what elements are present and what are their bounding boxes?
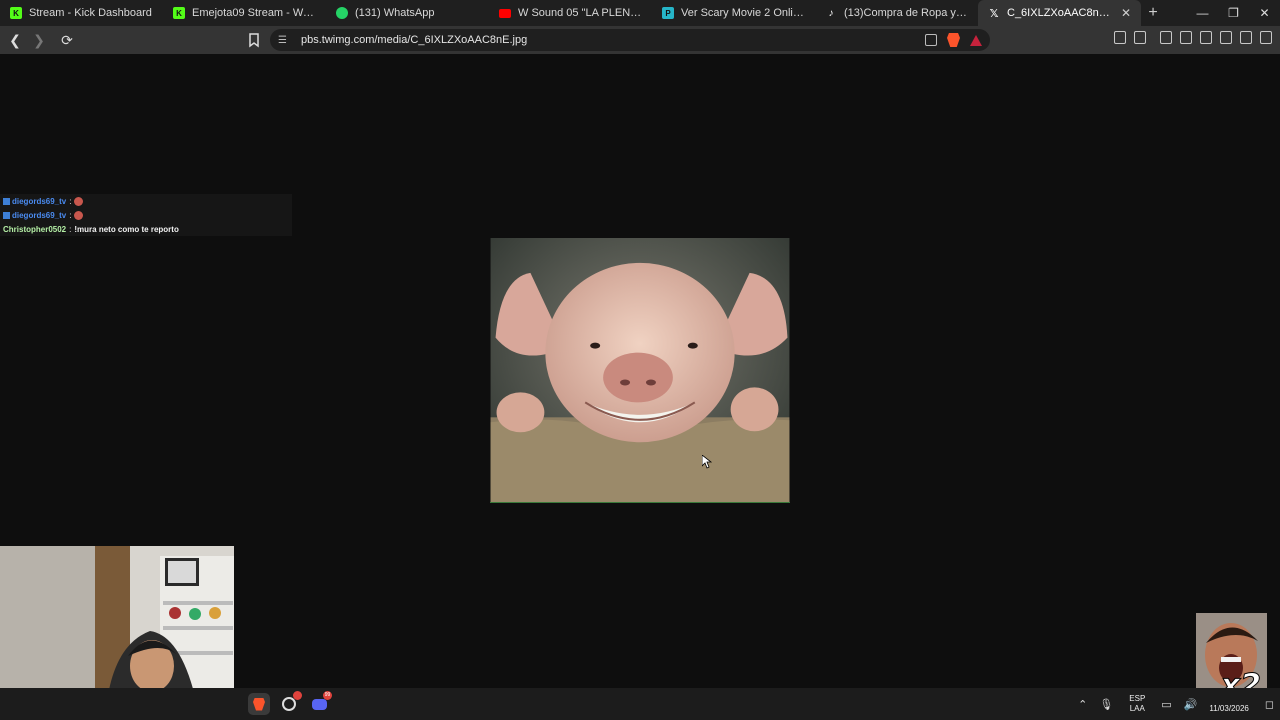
- brave-shields-icon[interactable]: [947, 33, 960, 47]
- kick-icon: K: [173, 7, 185, 19]
- tab-strip: K Stream - Kick Dashboard K Emejota09 St…: [0, 0, 1280, 26]
- tab-kick-stream[interactable]: K Emejota09 Stream - Watch Live on Kick: [163, 0, 326, 26]
- site-settings-icon[interactable]: ☰: [278, 35, 292, 46]
- tiktok-icon: ♪: [828, 7, 834, 19]
- bookmark-icon[interactable]: [246, 31, 262, 49]
- window-controls: — ❐ ✕: [1187, 6, 1280, 20]
- tab-label: Emejota09 Stream - Watch Live on Kick: [192, 7, 316, 19]
- volume-icon[interactable]: 🔊: [1184, 698, 1198, 711]
- chat-overlay: diegords69_tv : diegords69_tv : Christop…: [0, 194, 292, 236]
- chat-message: Christopher0502 : !mura neto como te rep…: [3, 224, 179, 234]
- chat-username: Christopher0502: [3, 224, 67, 234]
- close-tab-icon[interactable]: ✕: [1115, 6, 1131, 20]
- brave-taskbar-icon[interactable]: [248, 693, 270, 715]
- chat-text: !mura neto como te reporto: [74, 224, 179, 234]
- maximize-icon[interactable]: ❐: [1218, 6, 1249, 20]
- tab-image[interactable]: 𝕏 C_6IXLZXoAAC8nE.jpg (450×39 ✕: [978, 0, 1141, 26]
- tab-label: (13)Compra de Ropa y Reacciones con: [844, 7, 968, 19]
- system-tray: ⌃ 🎙 ESP LAA ▭ 🔊 11/03/2026 ◻: [1072, 688, 1280, 720]
- tab-whatsapp[interactable]: (131) WhatsApp: [326, 0, 489, 26]
- x-icon: 𝕏: [989, 7, 999, 20]
- taskbar: 99 ⌃ 🎙 ESP LAA ▭ 🔊 11/03/2026 ◻: [0, 688, 1280, 720]
- notification-badge: [293, 691, 302, 700]
- emote-icon: [74, 210, 84, 220]
- tab-tiktok[interactable]: ♪ (13)Compra de Ropa y Reacciones con: [815, 0, 978, 26]
- chat-username: diegords69_tv: [12, 196, 67, 206]
- back-button[interactable]: ❮: [5, 30, 25, 50]
- discord-badge: 99: [323, 691, 332, 700]
- tab-scary-movie[interactable]: P Ver Scary Movie 2 Online Completa: [652, 0, 815, 26]
- leo-ai-icon[interactable]: [1220, 31, 1232, 44]
- tab-label: (131) WhatsApp: [355, 7, 435, 19]
- vpn-icon[interactable]: [1240, 31, 1252, 44]
- address-bar[interactable]: ☰ pbs.twimg.com/media/C_6IXLZXoAAC8nE.jp…: [270, 29, 990, 51]
- kick-badge-icon: [3, 197, 10, 205]
- menu-icon[interactable]: [1260, 31, 1272, 44]
- chat-message: diegords69_tv :: [0, 194, 292, 208]
- tab-label: Ver Scary Movie 2 Online Completa: [681, 7, 805, 19]
- tab-label: C_6IXLZXoAAC8nE.jpg (450×39: [1007, 7, 1115, 19]
- new-tab-button[interactable]: +: [1141, 4, 1165, 22]
- language-code: ESP: [1129, 694, 1146, 703]
- kick-icon: K: [10, 7, 22, 19]
- language-indicator[interactable]: ESP LAA: [1129, 694, 1145, 714]
- microphone-icon[interactable]: 🎙: [1099, 698, 1113, 711]
- chevron-up-icon[interactable]: ⌃: [1078, 698, 1087, 711]
- mouse-cursor-icon: [702, 455, 712, 469]
- sidebar-icon[interactable]: [1180, 31, 1192, 44]
- tab-kick-dashboard[interactable]: K Stream - Kick Dashboard: [0, 0, 163, 26]
- obs-taskbar-icon[interactable]: [278, 691, 302, 715]
- tab-youtube[interactable]: W Sound 05 "LA PLENA" - Beéle, Westcol: [489, 0, 652, 26]
- site-p-icon: P: [662, 7, 674, 19]
- kick-badge-icon: [3, 211, 10, 219]
- forward-button[interactable]: ❯: [29, 30, 49, 50]
- screenshot-icon[interactable]: [1134, 31, 1146, 44]
- keyboard-layout: LAA: [1129, 704, 1145, 713]
- share-icon[interactable]: [925, 34, 937, 46]
- brave-rewards-icon[interactable]: [970, 34, 982, 46]
- toolbar-extensions: [1114, 31, 1272, 44]
- network-icon[interactable]: ▭: [1161, 698, 1171, 711]
- discord-taskbar-icon[interactable]: 99: [308, 691, 332, 715]
- url-text[interactable]: pbs.twimg.com/media/C_6IXLZXoAAC8nE.jpg: [301, 34, 527, 46]
- date-text: 11/03/2026: [1209, 704, 1249, 713]
- reload-button[interactable]: ⟳: [57, 30, 77, 50]
- tab-label: Stream - Kick Dashboard: [29, 7, 152, 19]
- browser-toolbar: ❮ ❯ ⟳ ☰ pbs.twimg.com/media/C_6IXLZXoAAC…: [0, 26, 1280, 54]
- pig-image[interactable]: [490, 238, 790, 503]
- emote-icon: [74, 196, 84, 206]
- minimize-icon[interactable]: —: [1187, 6, 1218, 20]
- chat-message: diegords69_tv :: [0, 208, 292, 222]
- notification-icon[interactable]: ◻: [1265, 698, 1274, 711]
- music-icon[interactable]: [1160, 31, 1172, 44]
- close-window-icon[interactable]: ✕: [1249, 6, 1280, 20]
- wallet-icon[interactable]: [1200, 31, 1212, 44]
- clock[interactable]: 11/03/2026: [1209, 694, 1248, 714]
- tab-label: W Sound 05 "LA PLENA" - Beéle, Westcol: [518, 7, 642, 19]
- extensions-icon[interactable]: [1114, 31, 1126, 44]
- chat-username: diegords69_tv: [12, 210, 67, 220]
- whatsapp-icon: [336, 7, 348, 19]
- youtube-icon: [499, 8, 511, 18]
